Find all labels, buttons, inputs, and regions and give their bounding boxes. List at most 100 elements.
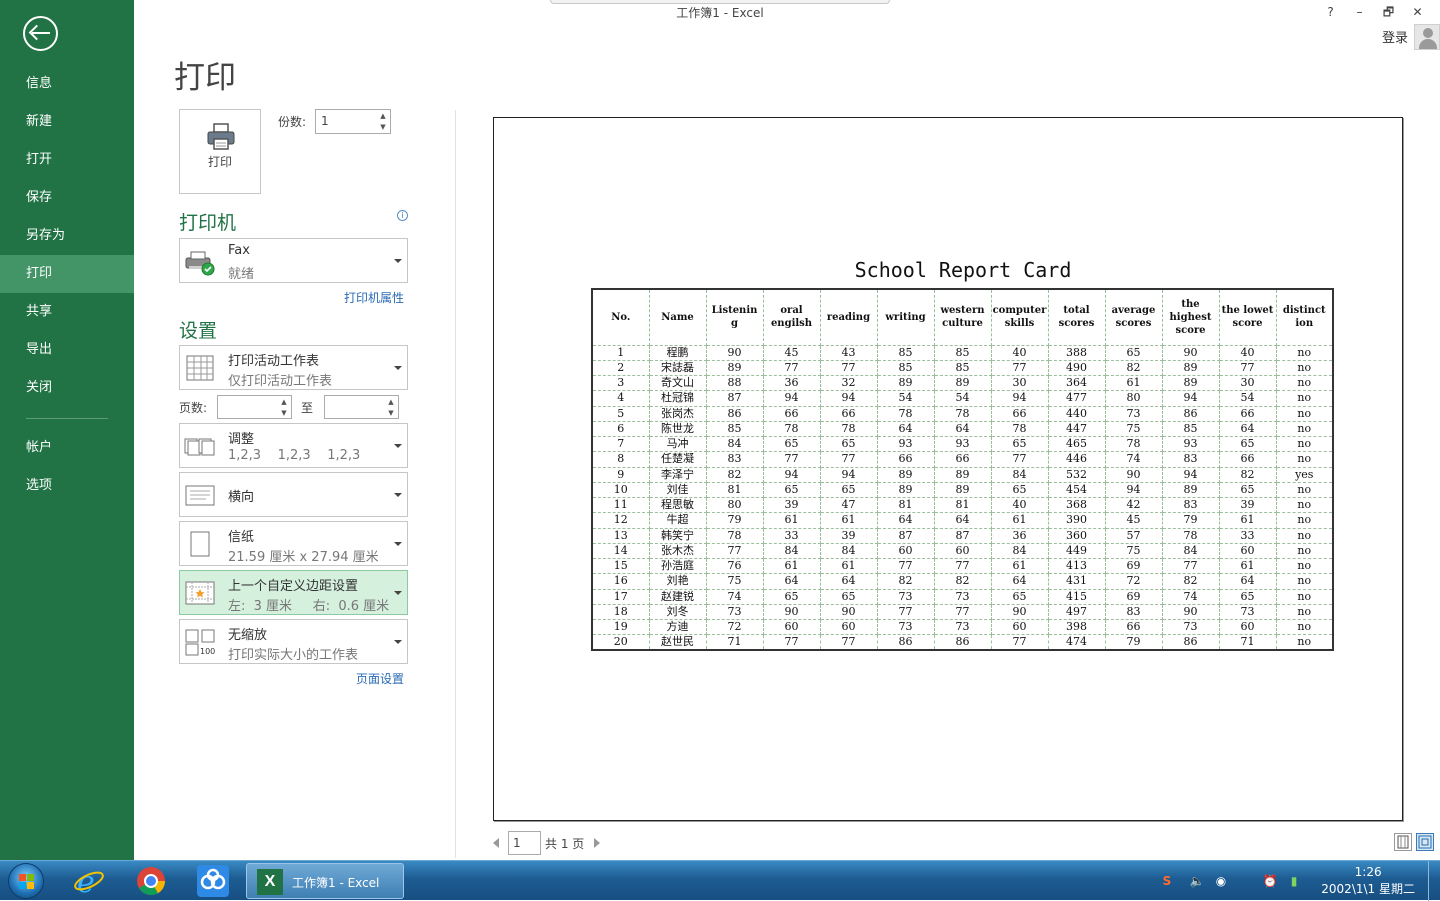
battery-icon[interactable]: ▮ [1285, 872, 1303, 890]
table-cell: 13 [592, 528, 650, 544]
sidebar-item-account[interactable]: 帐户 [0, 429, 134, 467]
network-icon[interactable]: ◉ [1212, 872, 1230, 890]
alarm-icon[interactable]: ⏰ [1261, 872, 1279, 890]
table-cell: 75 [706, 573, 764, 590]
pages-from-input[interactable]: ▲ ▼ [217, 395, 292, 419]
table-cell: 64 [934, 512, 992, 529]
table-cell: 83 [1105, 604, 1163, 621]
sidebar-item-export[interactable]: 导出 [0, 331, 134, 369]
pages-from-down-icon[interactable]: ▼ [279, 408, 289, 418]
show-margins-icon[interactable] [1394, 833, 1412, 851]
sidebar-item-save-as[interactable]: 另存为 [0, 217, 134, 255]
table-cell: 赵建锐 [649, 589, 707, 605]
start-button[interactable] [8, 863, 44, 899]
zoom-to-page-icon[interactable] [1416, 833, 1434, 851]
table-cell: 69 [1105, 558, 1163, 575]
print-scope-sub: 仅打印活动工作表 [228, 374, 333, 389]
print-scope-dropdown[interactable]: 打印活动工作表 仅打印活动工作表 [179, 345, 408, 390]
close-button[interactable]: ✕ [1403, 2, 1432, 22]
orientation-dropdown[interactable]: 横向 [179, 472, 408, 517]
current-page-input[interactable]: 1 [508, 831, 541, 855]
volume-icon[interactable]: 🔈 [1188, 872, 1206, 890]
table-cell: 4 [592, 390, 650, 407]
pages-to-down-icon[interactable]: ▼ [386, 408, 396, 418]
settings-heading: 设置 [179, 320, 218, 342]
table-cell: no [1297, 635, 1312, 649]
table-cell: 61 [991, 558, 1049, 575]
help-button[interactable]: ? [1316, 2, 1345, 22]
table-cell: 77 [706, 543, 764, 560]
minimize-button[interactable]: – [1345, 2, 1374, 22]
show-desktop-button[interactable] [1428, 861, 1440, 901]
printer-properties-link[interactable]: 打印机属性 [344, 289, 404, 306]
system-clock[interactable]: 1:26 2002\1\1 星期二 [1321, 864, 1415, 898]
sidebar-item-print[interactable]: 打印 [0, 255, 134, 293]
table-cell: 532 [1048, 467, 1106, 483]
table-cell: 61 [763, 512, 821, 529]
copies-input[interactable]: 1 ▲ ▼ [315, 109, 391, 134]
pages-to-input[interactable]: ▲ ▼ [324, 395, 399, 419]
previous-page-icon[interactable] [493, 838, 499, 848]
sidebar-item-save[interactable]: 保存 [0, 179, 134, 217]
table-cell: no [1276, 619, 1333, 636]
table-cell: 程思敏 [649, 497, 707, 514]
page-total: 共 1 页 [545, 837, 585, 851]
paper-size-dropdown[interactable]: 信纸 21.59 厘米 x 27.94 厘米 [179, 521, 408, 566]
collate-dropdown[interactable]: 调整 1,2,3 1,2,3 1,2,3 [179, 423, 408, 468]
margins-dropdown[interactable]: 上一个自定义边距设置 左: 3 厘米 右: 0.6 厘米 [179, 570, 408, 615]
sidebar-item-options[interactable]: 选项 [0, 467, 134, 505]
restore-button[interactable]: 🗗 [1374, 2, 1403, 22]
sidebar-item-open[interactable]: 打开 [0, 141, 134, 179]
table-cell: 477 [1048, 390, 1106, 407]
login-link[interactable]: 登录 [1382, 27, 1408, 46]
table-cell: 84 [1162, 543, 1220, 560]
page-setup-link[interactable]: 页面设置 [356, 670, 404, 687]
sidebar-item-new[interactable]: 新建 [0, 103, 134, 141]
printer-name: Fax [228, 243, 250, 258]
copies-up-icon[interactable]: ▲ [378, 111, 388, 121]
table-cell: 83 [1162, 451, 1220, 468]
table-cell: 82 [1162, 573, 1220, 590]
copies-down-icon[interactable]: ▼ [378, 122, 388, 132]
next-page-icon[interactable] [594, 838, 600, 848]
table-cell: 78 [1105, 436, 1163, 453]
printer-dropdown[interactable]: Fax 就绪 [179, 238, 408, 283]
report-header-cell: Listenin g [706, 289, 764, 346]
info-icon[interactable]: i [397, 210, 408, 221]
table-cell: 78 [991, 421, 1049, 438]
pages-from-up-icon[interactable]: ▲ [279, 397, 289, 407]
internet-explorer-icon[interactable]: e [72, 864, 106, 898]
table-cell: 20 [592, 634, 650, 651]
baidu-netdisk-icon[interactable] [196, 864, 230, 898]
table-cell: 86 [1162, 634, 1220, 651]
table-cell: 78 [934, 406, 992, 422]
sogou-input-icon[interactable]: S [1158, 872, 1176, 890]
sidebar-item-info[interactable]: 信息 [0, 65, 134, 103]
printer-heading: 打印机 [179, 212, 237, 234]
table-cell: 82 [706, 467, 764, 483]
table-cell: 16 [592, 573, 650, 590]
table-cell: 60 [877, 543, 935, 560]
print-button[interactable]: 打印 [179, 109, 261, 194]
table-cell: 65 [1219, 589, 1277, 605]
table-cell: 40 [991, 345, 1049, 361]
taskbar-excel-window[interactable]: X 工作簿1 - Excel [246, 863, 404, 899]
table-cell: 94 [763, 390, 821, 407]
sidebar-item-close[interactable]: 关闭 [0, 369, 134, 407]
table-row: 13 韩笑宁 78 33 39 87 87 36 360 57 78 33 no [592, 528, 1333, 544]
table-cell: 82 [877, 573, 935, 590]
avatar[interactable] [1414, 24, 1440, 50]
table-cell: 33 [763, 528, 821, 544]
sidebar-item-share[interactable]: 共享 [0, 293, 134, 331]
table-cell: 82 [1219, 467, 1277, 483]
back-arrow-icon[interactable] [23, 16, 58, 51]
table-cell: 57 [1105, 528, 1163, 544]
table-cell: 66 [1105, 619, 1163, 636]
table-row: 16 刘艳 75 64 64 82 82 64 431 72 82 64 no [592, 573, 1333, 590]
chrome-icon[interactable] [134, 864, 168, 898]
pages-to-up-icon[interactable]: ▲ [386, 397, 396, 407]
table-cell: 89 [1162, 482, 1220, 499]
scaling-dropdown[interactable]: 100 无缩放 打印实际大小的工作表 [179, 619, 408, 664]
table-cell: 64 [1219, 421, 1277, 438]
table-cell: 65 [991, 589, 1049, 605]
